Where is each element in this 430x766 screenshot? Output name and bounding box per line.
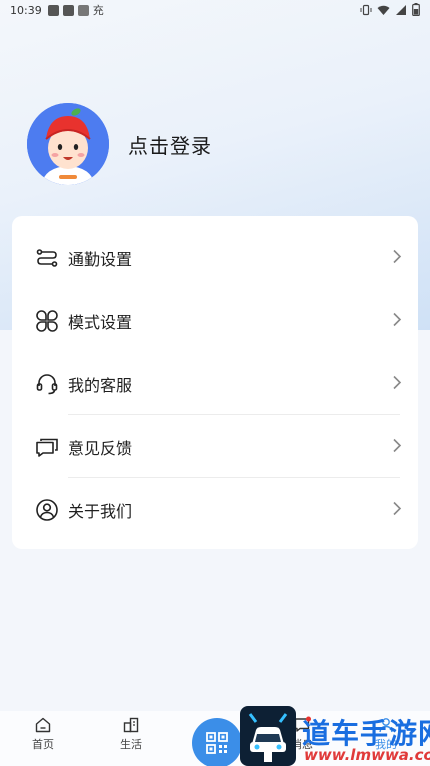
route-icon	[34, 245, 60, 271]
vibrate-icon	[360, 4, 372, 15]
menu-item-label: 通勤设置	[68, 249, 133, 269]
menu-item-about-us[interactable]: 关于我们	[12, 478, 418, 541]
scan-qr-button[interactable]	[192, 718, 242, 766]
status-time: 10:39	[10, 3, 42, 17]
chevron-right-icon	[392, 248, 402, 267]
menu-item-mode-settings[interactable]: 模式设置	[12, 289, 418, 352]
tab-label: 生活	[120, 738, 142, 751]
site-watermark: 道车手游网 www.lmwwa.com	[240, 706, 430, 766]
status-bar: 10:39 充	[0, 0, 430, 20]
profile-header[interactable]: 点击登录	[27, 103, 212, 185]
chevron-right-icon	[392, 437, 402, 456]
chevron-right-icon	[392, 374, 402, 393]
tab-label: 首页	[32, 738, 54, 751]
signal-icon	[396, 4, 406, 15]
notification-icon	[77, 4, 89, 16]
tab-life[interactable]: 生活	[101, 711, 161, 766]
notification-icon	[47, 4, 59, 16]
notification-icon	[62, 4, 74, 16]
login-prompt[interactable]: 点击登录	[128, 130, 212, 159]
avatar-illustration	[27, 103, 109, 185]
headset-icon	[34, 371, 60, 397]
menu-item-customer-service[interactable]: 我的客服	[12, 352, 418, 415]
watermark-url: www.lmwwa.com	[304, 746, 430, 764]
feedback-icon	[34, 434, 60, 460]
wifi-icon	[377, 5, 390, 15]
menu-item-label: 关于我们	[68, 501, 133, 521]
menu-item-feedback[interactable]: 意见反馈	[12, 415, 418, 478]
settings-menu-card: 通勤设置 模式设置 我的客服 意见反馈 关于我们	[12, 216, 418, 549]
menu-item-label: 模式设置	[68, 312, 133, 332]
mode-icon	[34, 308, 60, 334]
menu-item-label: 我的客服	[68, 375, 133, 395]
avatar[interactable]	[27, 103, 109, 185]
status-icons	[360, 3, 420, 16]
chevron-right-icon	[392, 311, 402, 330]
status-glyph: 充	[92, 4, 104, 17]
menu-item-commute-settings[interactable]: 通勤设置	[12, 226, 418, 289]
battery-icon	[412, 3, 420, 16]
home-icon	[35, 717, 51, 733]
about-icon	[34, 497, 60, 523]
menu-item-label: 意见反馈	[68, 438, 133, 458]
tab-home[interactable]: 首页	[13, 711, 73, 766]
life-icon	[123, 717, 139, 733]
watermark-logo	[240, 706, 296, 766]
chevron-right-icon	[392, 500, 402, 519]
qr-code-icon	[206, 732, 228, 754]
